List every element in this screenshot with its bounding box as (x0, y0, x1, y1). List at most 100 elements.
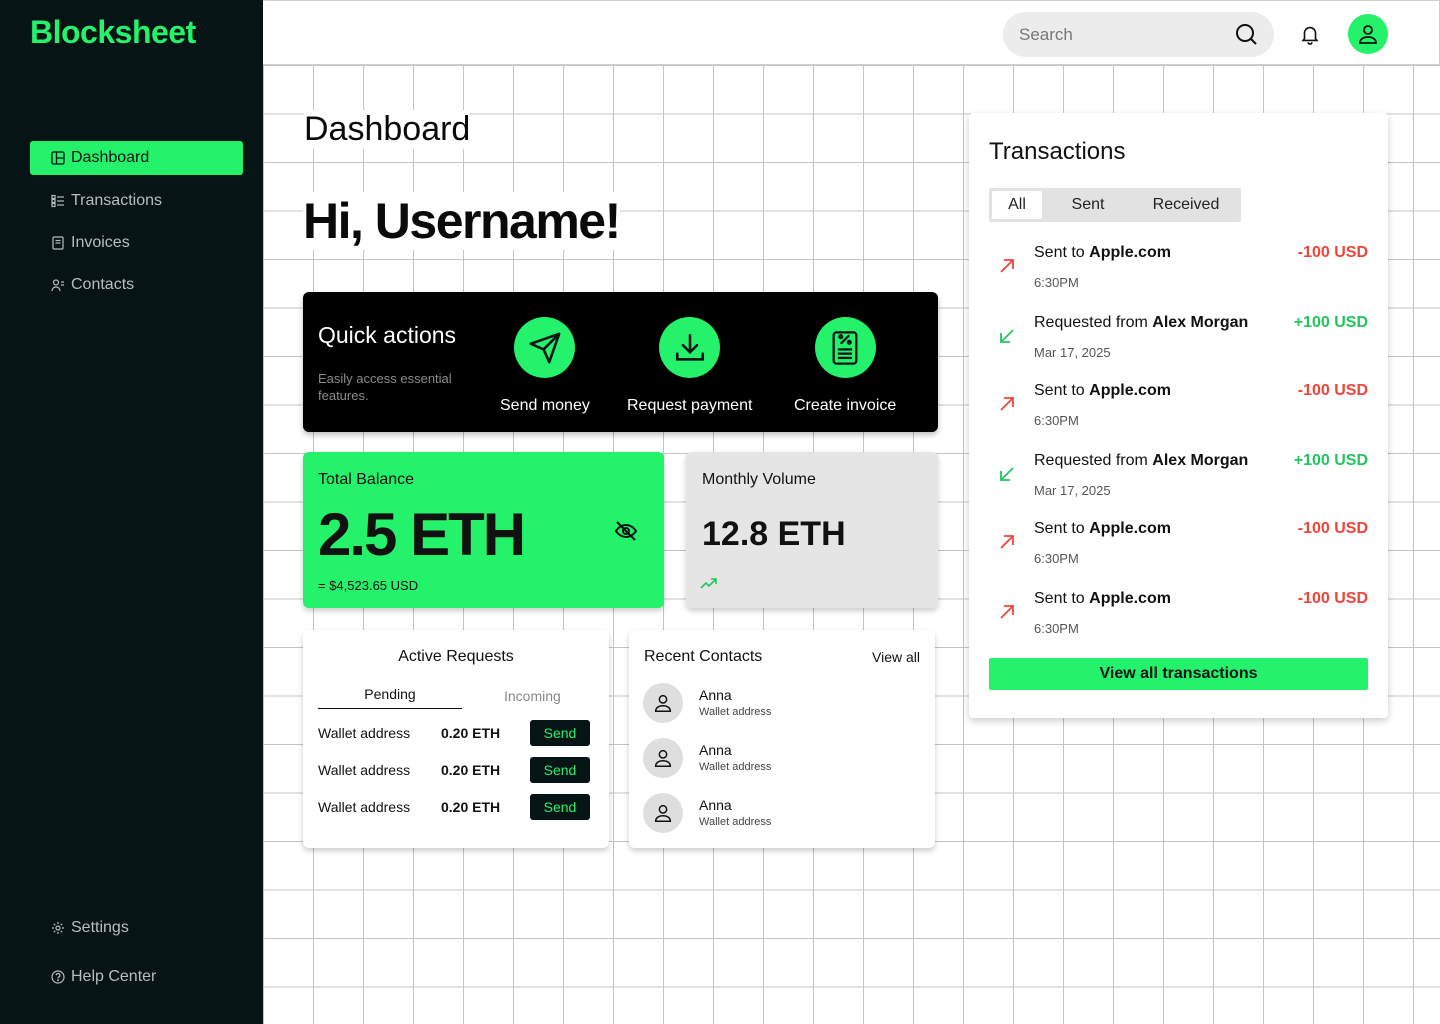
arrow-up-right-icon (1000, 605, 1014, 619)
request-amount: 0.20 ETH (441, 799, 501, 815)
contact-wallet: Wallet address (699, 816, 772, 828)
sidebar-item-label: Contacts (71, 276, 135, 293)
tab-pending[interactable]: Pending (318, 686, 462, 709)
volume-value: 12.8 ETH (702, 515, 846, 553)
transaction-description: Sent to Apple.com (1034, 520, 1171, 537)
sidebar-item-settings[interactable]: Settings (30, 911, 243, 945)
transactions-panel: Transactions All Sent Received Sent to A… (969, 113, 1388, 718)
users-icon (50, 278, 65, 293)
contact-wallet: Wallet address (699, 706, 772, 718)
send-money-button[interactable]: Send money (500, 317, 590, 415)
arrow-up-right-icon (1000, 397, 1014, 411)
transaction-amount: -100 USD (1297, 520, 1368, 537)
user-icon (1359, 25, 1377, 44)
transaction-row[interactable]: Sent to Apple.com 6:30PM -100 USD (989, 520, 1368, 576)
contact-name: Anna (699, 742, 732, 758)
topbar (263, 0, 1440, 65)
avatar (643, 793, 683, 833)
search-box[interactable] (1003, 12, 1274, 57)
user-avatar[interactable] (1348, 14, 1388, 54)
sidebar-item-label: Help Center (71, 968, 157, 985)
tab-incoming[interactable]: Incoming (504, 688, 561, 704)
balance-value: 2.5 ETH (318, 501, 526, 568)
transaction-description: Sent to Apple.com (1034, 382, 1171, 399)
help-icon (50, 970, 65, 985)
document-icon (50, 236, 65, 251)
tab-all[interactable]: All (992, 191, 1042, 219)
invoice-icon (832, 330, 858, 365)
send-button[interactable]: Send (530, 794, 590, 820)
search-input[interactable] (1019, 24, 1219, 45)
balance-title: Total Balance (318, 471, 415, 488)
greeting: Hi, Username! (303, 192, 621, 250)
balance-usd: = $4,523.65 USD (318, 578, 419, 593)
arrow-down-left-icon (1000, 467, 1014, 481)
action-label: Create invoice (794, 397, 897, 414)
request-row: Wallet address 0.20 ETH Send (318, 720, 594, 746)
transaction-time: 6:30PM (1034, 621, 1079, 636)
eye-off-icon[interactable] (614, 519, 638, 543)
transaction-amount: -100 USD (1297, 244, 1368, 261)
sidebar-item-label: Dashboard (71, 149, 150, 166)
send-button[interactable]: Send (530, 720, 590, 746)
download-icon (675, 333, 704, 361)
recent-contacts-card: Recent Contacts View all Anna Wallet add… (629, 630, 935, 848)
arrow-up-right-icon (1000, 535, 1014, 549)
sidebar-item-dashboard[interactable]: Dashboard (30, 141, 243, 175)
view-all-contacts-link[interactable]: View all (872, 649, 920, 665)
contact-item[interactable]: Anna Wallet address (643, 738, 913, 778)
transaction-row[interactable]: Sent to Apple.com 6:30PM -100 USD (989, 590, 1368, 646)
arrow-up-right-icon (1000, 259, 1014, 273)
contact-item[interactable]: Anna Wallet address (643, 793, 913, 833)
requests-title: Active Requests (398, 648, 514, 665)
sidebar-item-label: Settings (71, 919, 129, 936)
avatar (643, 738, 683, 778)
transaction-amount: -100 USD (1297, 590, 1368, 607)
user-icon (654, 694, 672, 712)
transaction-time: 6:30PM (1034, 413, 1079, 428)
contact-wallet: Wallet address (699, 761, 772, 773)
request-payment-button[interactable]: Request payment (627, 317, 752, 415)
create-invoice-button[interactable]: Create invoice (794, 317, 896, 415)
sidebar: Blocksheet Dashboard Transactions Invoic… (0, 0, 263, 1024)
trending-up-icon (700, 578, 717, 589)
sidebar-item-contacts[interactable]: Contacts (30, 268, 243, 302)
page-title: Dashboard (304, 110, 471, 149)
sidebar-item-transactions[interactable]: Transactions (30, 184, 243, 218)
transaction-row[interactable]: Sent to Apple.com 6:30PM -100 USD (989, 382, 1368, 438)
layout-icon (50, 151, 65, 166)
transaction-amount: -100 USD (1297, 382, 1368, 399)
bell-icon[interactable] (1299, 23, 1321, 45)
send-button[interactable]: Send (530, 757, 590, 783)
active-requests-card: Active Requests Pending Incoming Wallet … (303, 630, 609, 848)
transaction-row[interactable]: Requested from Alex Morgan Mar 17, 2025 … (989, 452, 1368, 508)
request-address: Wallet address (318, 799, 411, 815)
request-amount: 0.20 ETH (441, 762, 501, 778)
transaction-row[interactable]: Sent to Apple.com 6:30PM -100 USD (989, 244, 1368, 300)
request-address: Wallet address (318, 725, 411, 741)
tab-sent[interactable]: Sent (1059, 191, 1117, 219)
volume-title: Monthly Volume (702, 471, 816, 488)
sidebar-item-label: Transactions (71, 192, 162, 209)
transaction-time: 6:30PM (1034, 551, 1079, 566)
transaction-row[interactable]: Requested from Alex Morgan Mar 17, 2025 … (989, 314, 1368, 370)
transaction-description: Requested from Alex Morgan (1034, 314, 1249, 331)
sidebar-item-invoices[interactable]: Invoices (30, 226, 243, 260)
transaction-date: Mar 17, 2025 (1034, 345, 1111, 360)
gear-icon (50, 921, 65, 936)
transaction-time: 6:30PM (1034, 275, 1079, 290)
transaction-amount: +100 USD (1293, 452, 1368, 469)
sidebar-item-help-center[interactable]: Help Center (30, 960, 243, 994)
contact-name: Anna (699, 797, 732, 813)
tab-received[interactable]: Received (1139, 191, 1233, 219)
view-all-transactions-button[interactable]: View all transactions (989, 658, 1368, 690)
search-icon[interactable] (1234, 22, 1258, 46)
brand-logo[interactable]: Blocksheet (30, 14, 196, 51)
request-address: Wallet address (318, 762, 411, 778)
quick-actions-card: Quick actions Easily access essential fe… (303, 292, 938, 432)
monthly-volume-card: Monthly Volume 12.8 ETH (686, 452, 938, 608)
contact-item[interactable]: Anna Wallet address (643, 683, 913, 723)
user-icon (654, 749, 672, 767)
list-icon (50, 194, 65, 209)
arrow-down-left-icon (1000, 329, 1014, 343)
